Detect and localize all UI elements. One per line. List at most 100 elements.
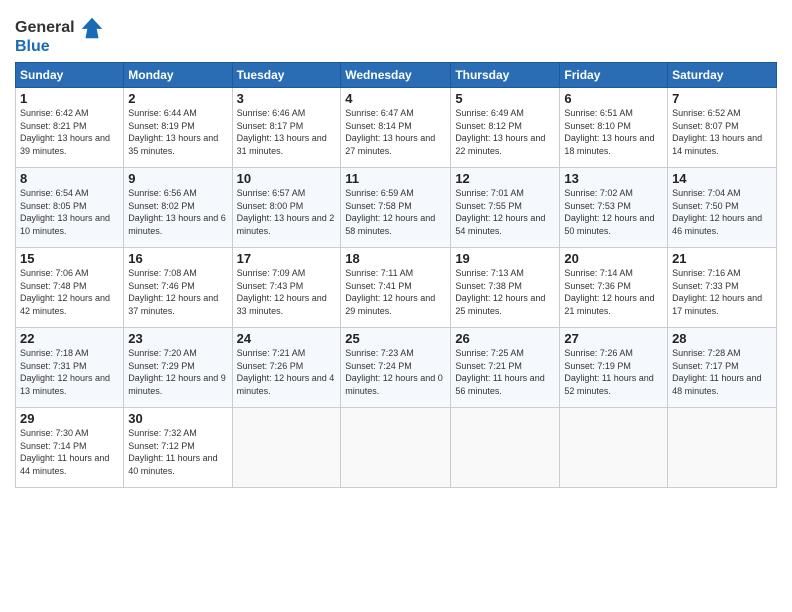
day-number: 14 <box>672 171 772 186</box>
calendar-cell: 15 Sunrise: 7:06 AM Sunset: 7:48 PM Dayl… <box>16 248 124 328</box>
day-info: Sunrise: 6:51 AM Sunset: 8:10 PM Dayligh… <box>564 107 663 157</box>
day-info: Sunrise: 6:52 AM Sunset: 8:07 PM Dayligh… <box>672 107 772 157</box>
day-info: Sunrise: 7:09 AM Sunset: 7:43 PM Dayligh… <box>237 267 337 317</box>
calendar-cell: 19 Sunrise: 7:13 AM Sunset: 7:38 PM Dayl… <box>451 248 560 328</box>
day-number: 30 <box>128 411 227 426</box>
day-info: Sunrise: 7:21 AM Sunset: 7:26 PM Dayligh… <box>237 347 337 397</box>
calendar-cell: 9 Sunrise: 6:56 AM Sunset: 8:02 PM Dayli… <box>124 168 232 248</box>
calendar-cell: 4 Sunrise: 6:47 AM Sunset: 8:14 PM Dayli… <box>341 88 451 168</box>
calendar-cell: 1 Sunrise: 6:42 AM Sunset: 8:21 PM Dayli… <box>16 88 124 168</box>
calendar-cell: 10 Sunrise: 6:57 AM Sunset: 8:00 PM Dayl… <box>232 168 341 248</box>
day-info: Sunrise: 6:59 AM Sunset: 7:58 PM Dayligh… <box>345 187 446 237</box>
day-info: Sunrise: 6:56 AM Sunset: 8:02 PM Dayligh… <box>128 187 227 237</box>
page-container: General Blue SundayMondayTuesdayWednesda… <box>0 0 792 498</box>
calendar-cell: 12 Sunrise: 7:01 AM Sunset: 7:55 PM Dayl… <box>451 168 560 248</box>
day-info: Sunrise: 7:14 AM Sunset: 7:36 PM Dayligh… <box>564 267 663 317</box>
day-number: 12 <box>455 171 555 186</box>
calendar-cell: 11 Sunrise: 6:59 AM Sunset: 7:58 PM Dayl… <box>341 168 451 248</box>
day-number: 24 <box>237 331 337 346</box>
calendar-cell: 2 Sunrise: 6:44 AM Sunset: 8:19 PM Dayli… <box>124 88 232 168</box>
day-info: Sunrise: 6:57 AM Sunset: 8:00 PM Dayligh… <box>237 187 337 237</box>
calendar-cell: 21 Sunrise: 7:16 AM Sunset: 7:33 PM Dayl… <box>668 248 777 328</box>
calendar-cell: 24 Sunrise: 7:21 AM Sunset: 7:26 PM Dayl… <box>232 328 341 408</box>
calendar-cell: 30 Sunrise: 7:32 AM Sunset: 7:12 PM Dayl… <box>124 408 232 488</box>
logo: General Blue <box>15 14 106 56</box>
calendar-cell <box>232 408 341 488</box>
header: General Blue <box>15 10 777 56</box>
weekday-tuesday: Tuesday <box>232 63 341 88</box>
calendar-cell: 7 Sunrise: 6:52 AM Sunset: 8:07 PM Dayli… <box>668 88 777 168</box>
calendar-cell: 17 Sunrise: 7:09 AM Sunset: 7:43 PM Dayl… <box>232 248 341 328</box>
day-info: Sunrise: 7:18 AM Sunset: 7:31 PM Dayligh… <box>20 347 119 397</box>
calendar-cell: 18 Sunrise: 7:11 AM Sunset: 7:41 PM Dayl… <box>341 248 451 328</box>
calendar-cell: 23 Sunrise: 7:20 AM Sunset: 7:29 PM Dayl… <box>124 328 232 408</box>
day-info: Sunrise: 7:30 AM Sunset: 7:14 PM Dayligh… <box>20 427 119 477</box>
day-number: 22 <box>20 331 119 346</box>
day-number: 9 <box>128 171 227 186</box>
day-info: Sunrise: 6:44 AM Sunset: 8:19 PM Dayligh… <box>128 107 227 157</box>
day-info: Sunrise: 6:47 AM Sunset: 8:14 PM Dayligh… <box>345 107 446 157</box>
calendar-cell: 8 Sunrise: 6:54 AM Sunset: 8:05 PM Dayli… <box>16 168 124 248</box>
calendar-cell: 28 Sunrise: 7:28 AM Sunset: 7:17 PM Dayl… <box>668 328 777 408</box>
calendar-week-1: 1 Sunrise: 6:42 AM Sunset: 8:21 PM Dayli… <box>16 88 777 168</box>
day-number: 2 <box>128 91 227 106</box>
day-info: Sunrise: 6:42 AM Sunset: 8:21 PM Dayligh… <box>20 107 119 157</box>
day-number: 17 <box>237 251 337 266</box>
day-number: 10 <box>237 171 337 186</box>
day-info: Sunrise: 6:54 AM Sunset: 8:05 PM Dayligh… <box>20 187 119 237</box>
weekday-monday: Monday <box>124 63 232 88</box>
day-info: Sunrise: 6:46 AM Sunset: 8:17 PM Dayligh… <box>237 107 337 157</box>
calendar-body: 1 Sunrise: 6:42 AM Sunset: 8:21 PM Dayli… <box>16 88 777 488</box>
day-number: 18 <box>345 251 446 266</box>
day-number: 21 <box>672 251 772 266</box>
calendar-cell <box>560 408 668 488</box>
day-info: Sunrise: 7:28 AM Sunset: 7:17 PM Dayligh… <box>672 347 772 397</box>
calendar-week-2: 8 Sunrise: 6:54 AM Sunset: 8:05 PM Dayli… <box>16 168 777 248</box>
weekday-header-row: SundayMondayTuesdayWednesdayThursdayFrid… <box>16 63 777 88</box>
day-number: 6 <box>564 91 663 106</box>
calendar-cell: 29 Sunrise: 7:30 AM Sunset: 7:14 PM Dayl… <box>16 408 124 488</box>
day-info: Sunrise: 7:01 AM Sunset: 7:55 PM Dayligh… <box>455 187 555 237</box>
day-number: 8 <box>20 171 119 186</box>
calendar-cell <box>668 408 777 488</box>
calendar-week-3: 15 Sunrise: 7:06 AM Sunset: 7:48 PM Dayl… <box>16 248 777 328</box>
day-number: 26 <box>455 331 555 346</box>
day-number: 5 <box>455 91 555 106</box>
day-number: 29 <box>20 411 119 426</box>
calendar-week-5: 29 Sunrise: 7:30 AM Sunset: 7:14 PM Dayl… <box>16 408 777 488</box>
day-info: Sunrise: 7:13 AM Sunset: 7:38 PM Dayligh… <box>455 267 555 317</box>
day-number: 27 <box>564 331 663 346</box>
calendar-week-4: 22 Sunrise: 7:18 AM Sunset: 7:31 PM Dayl… <box>16 328 777 408</box>
calendar-cell: 16 Sunrise: 7:08 AM Sunset: 7:46 PM Dayl… <box>124 248 232 328</box>
day-info: Sunrise: 7:32 AM Sunset: 7:12 PM Dayligh… <box>128 427 227 477</box>
calendar-table: SundayMondayTuesdayWednesdayThursdayFrid… <box>15 62 777 488</box>
calendar-cell: 20 Sunrise: 7:14 AM Sunset: 7:36 PM Dayl… <box>560 248 668 328</box>
day-number: 25 <box>345 331 446 346</box>
logo-icon <box>78 14 106 42</box>
weekday-wednesday: Wednesday <box>341 63 451 88</box>
calendar-cell: 3 Sunrise: 6:46 AM Sunset: 8:17 PM Dayli… <box>232 88 341 168</box>
day-number: 19 <box>455 251 555 266</box>
calendar-cell: 14 Sunrise: 7:04 AM Sunset: 7:50 PM Dayl… <box>668 168 777 248</box>
day-info: Sunrise: 7:02 AM Sunset: 7:53 PM Dayligh… <box>564 187 663 237</box>
day-info: Sunrise: 6:49 AM Sunset: 8:12 PM Dayligh… <box>455 107 555 157</box>
calendar-cell: 13 Sunrise: 7:02 AM Sunset: 7:53 PM Dayl… <box>560 168 668 248</box>
day-info: Sunrise: 7:08 AM Sunset: 7:46 PM Dayligh… <box>128 267 227 317</box>
day-number: 28 <box>672 331 772 346</box>
day-number: 1 <box>20 91 119 106</box>
calendar-cell <box>341 408 451 488</box>
logo-general: General <box>15 19 75 37</box>
day-info: Sunrise: 7:23 AM Sunset: 7:24 PM Dayligh… <box>345 347 446 397</box>
weekday-sunday: Sunday <box>16 63 124 88</box>
day-number: 16 <box>128 251 227 266</box>
day-number: 23 <box>128 331 227 346</box>
day-info: Sunrise: 7:11 AM Sunset: 7:41 PM Dayligh… <box>345 267 446 317</box>
day-info: Sunrise: 7:04 AM Sunset: 7:50 PM Dayligh… <box>672 187 772 237</box>
day-number: 13 <box>564 171 663 186</box>
calendar-cell <box>451 408 560 488</box>
calendar-cell: 22 Sunrise: 7:18 AM Sunset: 7:31 PM Dayl… <box>16 328 124 408</box>
weekday-thursday: Thursday <box>451 63 560 88</box>
weekday-saturday: Saturday <box>668 63 777 88</box>
day-number: 15 <box>20 251 119 266</box>
calendar-cell: 25 Sunrise: 7:23 AM Sunset: 7:24 PM Dayl… <box>341 328 451 408</box>
